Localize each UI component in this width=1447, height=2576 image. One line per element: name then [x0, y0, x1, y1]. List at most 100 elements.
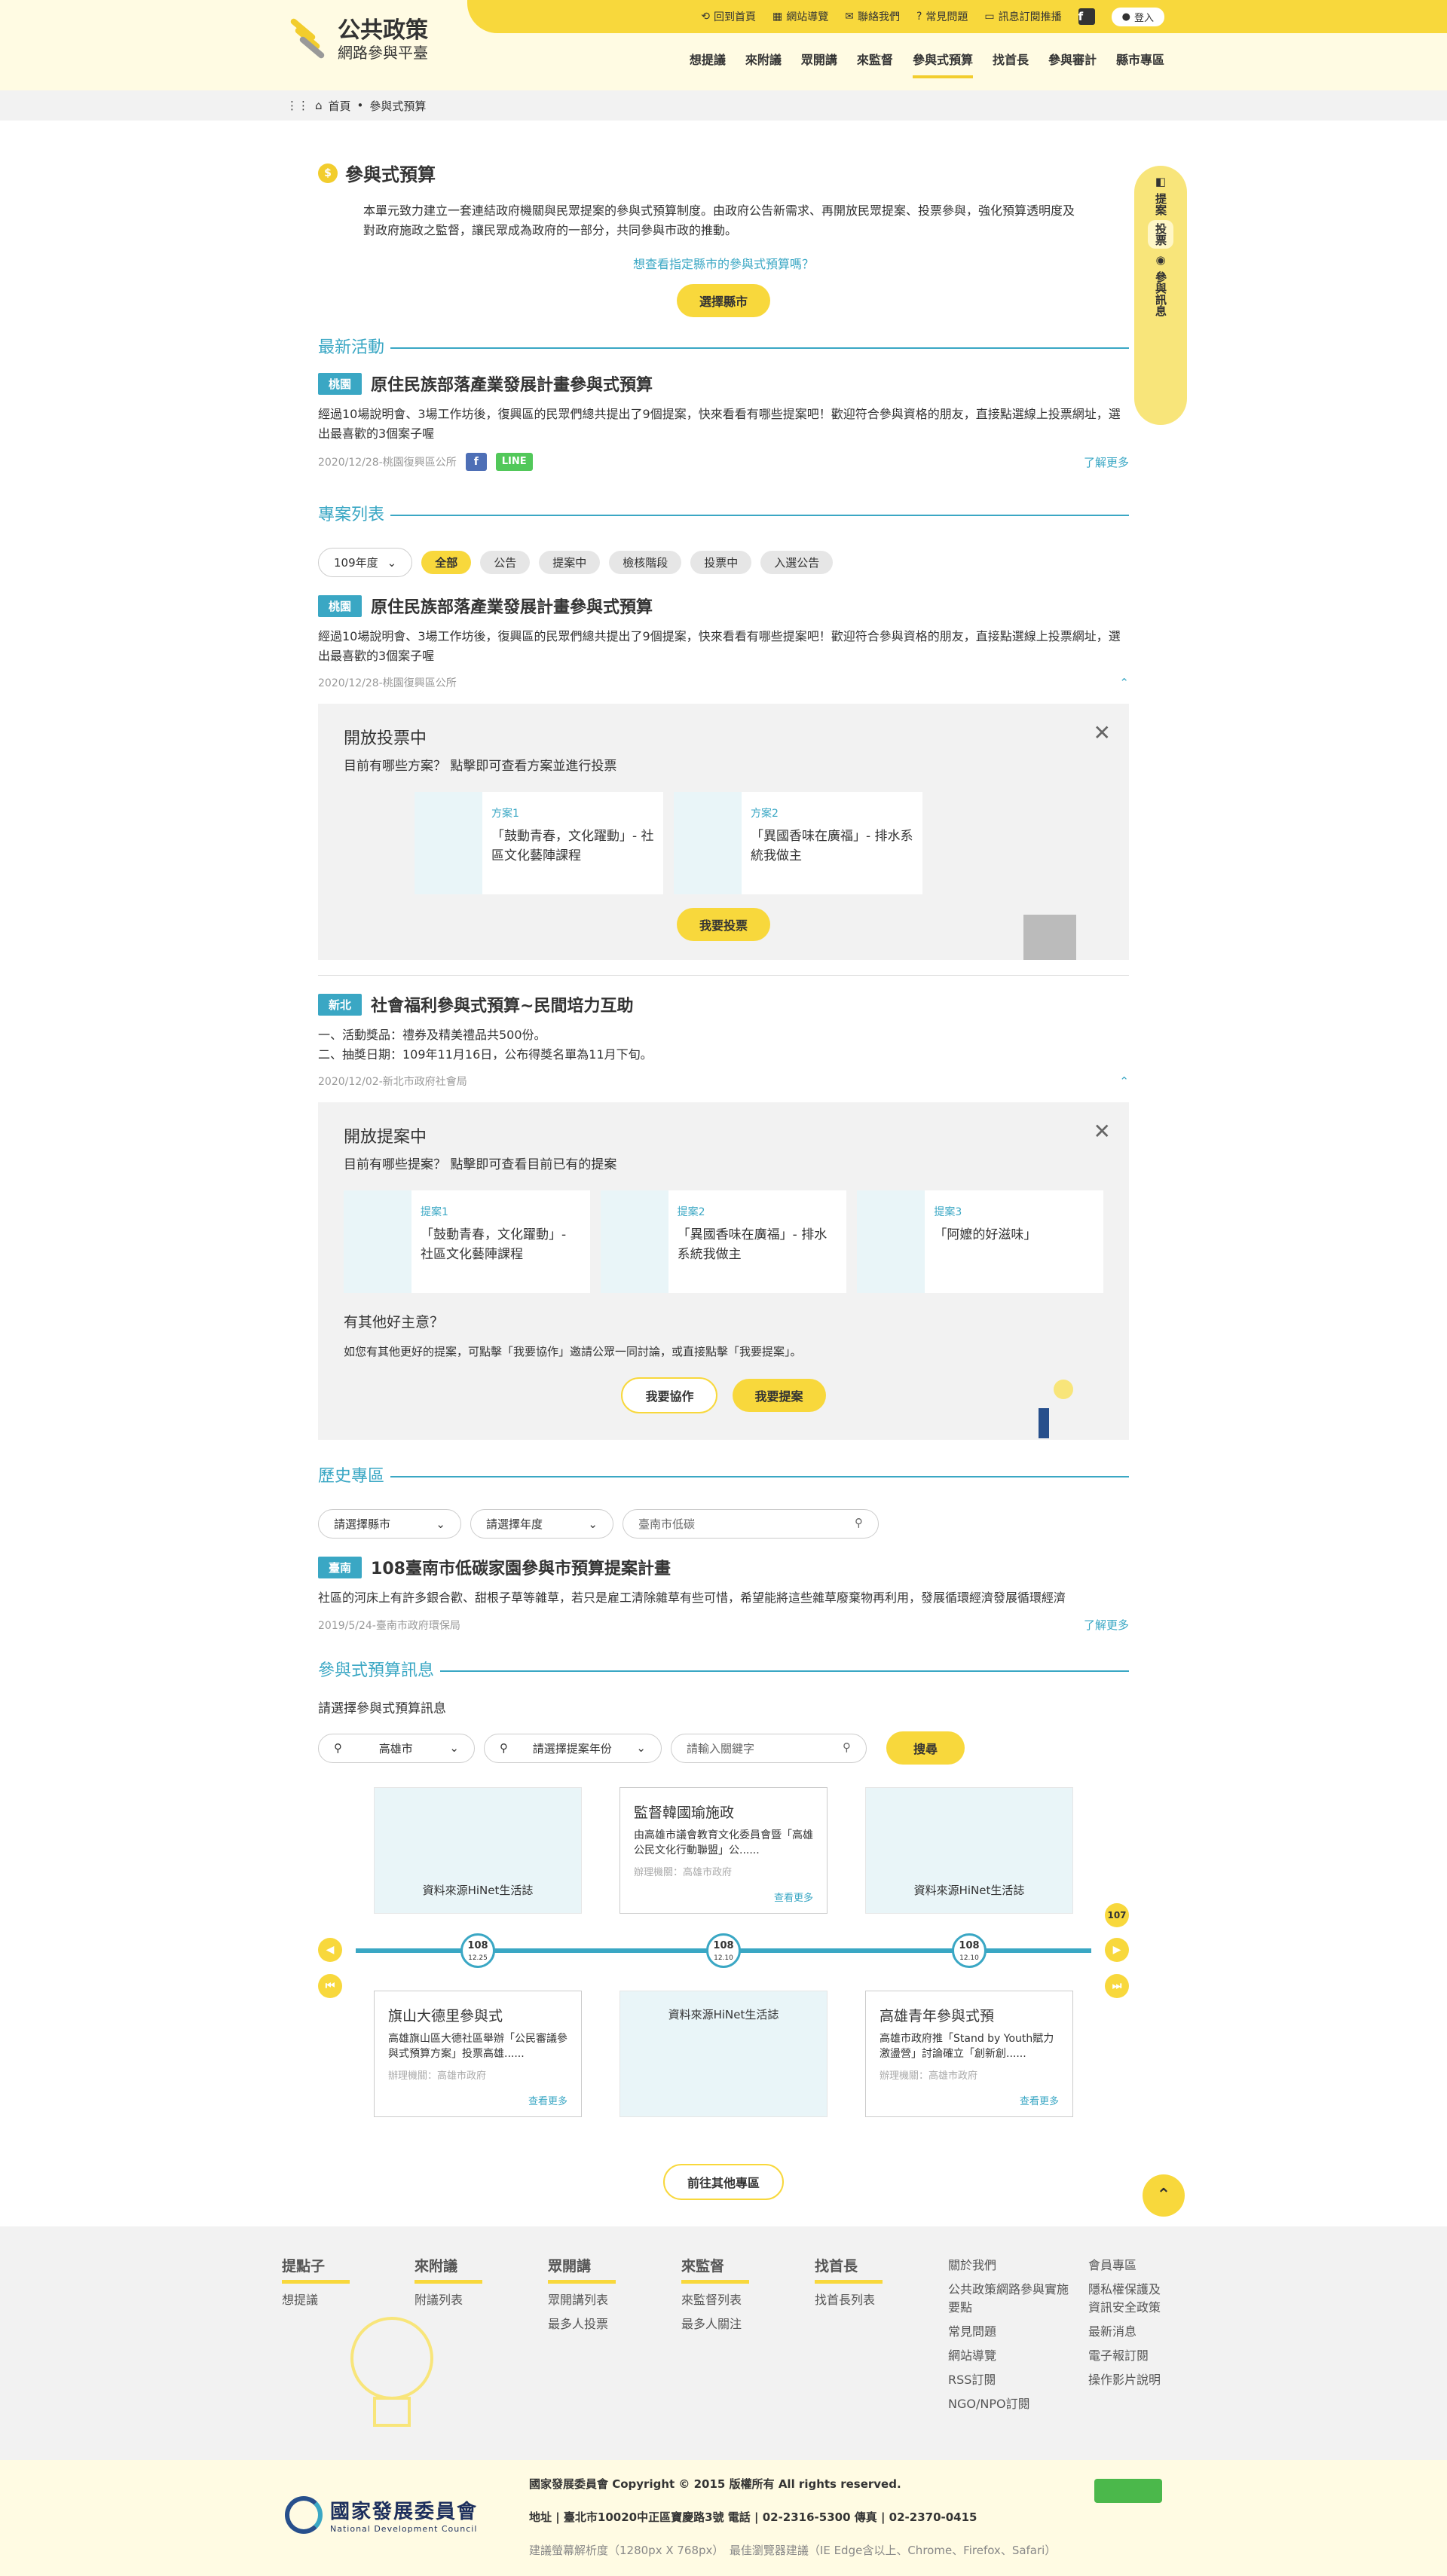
breadcrumb-current: 參與式預算: [369, 99, 427, 113]
nav-item[interactable]: 找首長: [993, 50, 1029, 78]
nav-item[interactable]: 眾開講: [801, 50, 837, 78]
nav-item[interactable]: 來附議: [745, 50, 782, 78]
timeline-node[interactable]: 108 12.25: [460, 1933, 495, 1968]
search-button[interactable]: 搜尋: [886, 1731, 965, 1765]
footer-link[interactable]: 找首長列表: [815, 2290, 883, 2308]
timeline-card[interactable]: 高雄青年參與式預 高雄市政府推「Stand by Youth賦力激盪營」討論確立…: [865, 1991, 1073, 2117]
footer-link[interactable]: 會員專區: [1088, 2255, 1171, 2273]
footer-link[interactable]: 最多人關注: [681, 2314, 749, 2332]
footer-link[interactable]: 公共政策網路參與實施要點: [948, 2279, 1076, 2315]
footer-link[interactable]: 網站導覽: [948, 2345, 1076, 2364]
guide-link[interactable]: ▦ 網站導覽: [772, 9, 828, 24]
filter-pill[interactable]: 投票中: [690, 551, 752, 574]
contact-link[interactable]: ✉ 聯絡我們: [845, 9, 900, 24]
chevron-up-icon[interactable]: ⌃: [1119, 676, 1129, 689]
propose-button[interactable]: 我要提案: [732, 1379, 826, 1412]
nav-item[interactable]: 想提議: [690, 50, 726, 78]
year-badge[interactable]: 107: [1105, 1903, 1129, 1927]
accessibility-badge-icon[interactable]: [1094, 2479, 1162, 2503]
side-link-info[interactable]: 參與訊息: [1152, 271, 1169, 316]
timeline-node[interactable]: 108 12.10: [706, 1933, 741, 1968]
facebook-share-icon[interactable]: f: [465, 453, 487, 471]
proposal-card[interactable]: 提案2 「異國香味在廣福」- 排水系統我做主: [600, 1190, 847, 1293]
learn-more-link[interactable]: 了解更多: [1084, 1617, 1129, 1633]
first-arrow-icon[interactable]: ⏮: [318, 1974, 342, 1998]
nav-item[interactable]: 來監督: [857, 50, 893, 78]
subscribe-link[interactable]: ▭ 訊息訂閱推播: [984, 9, 1061, 24]
side-link-vote[interactable]: 投票: [1148, 220, 1173, 249]
login-button[interactable]: ● 登入: [1111, 7, 1164, 26]
ndc-logo[interactable]: 國家發展委員會 National Development Council: [285, 2496, 478, 2534]
faq-link[interactable]: ? 常見問題: [916, 9, 968, 24]
latest-item-title[interactable]: 原住民族部落產業發展計畫參與式預算: [371, 371, 653, 396]
timeline-card[interactable]: 資料來源HiNet生活誌: [619, 1991, 828, 2117]
vote-button[interactable]: 我要投票: [676, 908, 770, 941]
search-icon[interactable]: ⚲: [843, 1740, 851, 1756]
footer-link[interactable]: 來監督列表: [681, 2290, 749, 2308]
keyword-input[interactable]: 請輸入關鍵字 ⚲: [671, 1733, 867, 1763]
view-more-link[interactable]: 查看更多: [528, 2093, 567, 2107]
history-city-select[interactable]: 請選擇縣市 ⌄: [318, 1509, 461, 1539]
footer-link[interactable]: 眾開講列表: [548, 2290, 616, 2308]
proposal-card[interactable]: 提案3 「阿嬤的好滋味」: [857, 1190, 1104, 1293]
project-desc: 經過10場說明會、3場工作坊後，復興區的民眾們總共提出了9個提案，快來看看有哪些…: [318, 629, 1121, 663]
footer-link[interactable]: 關於我們: [948, 2255, 1076, 2273]
filter-pill[interactable]: 入選公告: [760, 551, 834, 574]
filter-pill[interactable]: 公告: [480, 551, 531, 574]
view-more-link[interactable]: 查看更多: [774, 1890, 813, 1904]
project-title[interactable]: 社會福利參與式預算~民間培力互助: [371, 992, 633, 1016]
footer-link[interactable]: NGO/NPO訂閱: [948, 2394, 1076, 2412]
footer-link[interactable]: 最多人投票: [548, 2314, 616, 2332]
search-icon[interactable]: ⚲: [855, 1516, 863, 1532]
timeline-card[interactable]: 資料來源HiNet生活誌: [865, 1787, 1073, 1914]
nav-item[interactable]: 參與審計: [1048, 50, 1097, 78]
other-section-button[interactable]: 前往其他專區: [662, 2164, 784, 2200]
back-to-top-icon[interactable]: ⌃: [1143, 2174, 1185, 2217]
footer-link[interactable]: 附議列表: [415, 2290, 482, 2308]
line-share-icon[interactable]: LINE: [495, 453, 533, 471]
history-item-desc: 社區的河床上有許多銀合歡、甜根子草等雜草，若只是雇工清除雜草有些可惜，希望能將這…: [318, 1591, 1066, 1605]
footer-link[interactable]: 操作影片說明: [1088, 2370, 1171, 2388]
history-year-select[interactable]: 請選擇年度 ⌄: [470, 1509, 613, 1539]
info-city-select[interactable]: ⚲ 高雄市 ⌄: [318, 1733, 475, 1763]
learn-more-link[interactable]: 了解更多: [1084, 454, 1129, 470]
footer-link[interactable]: RSS訂閱: [948, 2370, 1076, 2388]
facebook-icon[interactable]: f: [1078, 8, 1095, 25]
main-nav: 想提議 來附議 眾開講 來監督 參與式預算 找首長 參與審計 縣市專區: [690, 50, 1164, 78]
history-search-input[interactable]: 臺南市低碳 ⚲: [623, 1509, 879, 1539]
footer-link[interactable]: 電子報訂閱: [1088, 2345, 1171, 2364]
timeline-card[interactable]: 旗山大德里參與式 高雄旗山區大德社區舉辦「公民審議參與式預算方案」投票高雄...…: [374, 1991, 582, 2117]
footer-link[interactable]: 常見問題: [948, 2321, 1076, 2339]
next-arrow-icon[interactable]: ▶: [1105, 1938, 1129, 1962]
collaborate-button[interactable]: 我要協作: [621, 1377, 718, 1413]
project-title[interactable]: 原住民族部落產業發展計畫參與式預算: [371, 594, 653, 618]
breadcrumb-home[interactable]: 首頁: [329, 98, 351, 114]
year-select[interactable]: 109年度 ⌄: [318, 548, 413, 577]
chevron-up-icon[interactable]: ⌃: [1119, 1074, 1129, 1088]
timeline-card[interactable]: 資料來源HiNet生活誌: [374, 1787, 582, 1914]
option-card[interactable]: 方案1 「鼓動青春，文化躍動」- 社區文化藝陣課程: [415, 792, 663, 894]
filter-pill[interactable]: 檢核階段: [609, 551, 682, 574]
close-icon[interactable]: ✕: [1094, 720, 1111, 745]
timeline-card[interactable]: 監督韓國瑜施政 由高雄市議會教育文化委員會暨「高雄公民文化行動聯盟」公.....…: [619, 1787, 828, 1914]
footer-link[interactable]: 想提議: [282, 2290, 350, 2308]
close-icon[interactable]: ✕: [1094, 1119, 1111, 1144]
nav-item-active[interactable]: 參與式預算: [912, 50, 973, 78]
view-more-link[interactable]: 查看更多: [1020, 2093, 1059, 2107]
home-link[interactable]: ⟲ 回到首頁: [701, 9, 756, 24]
last-arrow-icon[interactable]: ⏭: [1105, 1974, 1129, 1998]
prev-arrow-icon[interactable]: ◀: [318, 1938, 342, 1962]
site-logo[interactable]: 公共政策 網路參與平臺: [285, 17, 428, 62]
nav-item[interactable]: 縣市專區: [1116, 50, 1164, 78]
history-item-title[interactable]: 108臺南市低碳家園參與市預算提案計畫: [371, 1555, 671, 1579]
filter-pill[interactable]: 全部: [421, 551, 472, 574]
proposal-card[interactable]: 提案1 「鼓動青春，文化躍動」- 社區文化藝陣課程: [344, 1190, 590, 1293]
select-city-button[interactable]: 選擇縣市: [676, 284, 770, 317]
side-link-proposal[interactable]: 提案: [1152, 193, 1169, 215]
filter-pill[interactable]: 提案中: [539, 551, 601, 574]
footer-link[interactable]: 隱私權保護及資訊安全政策: [1088, 2279, 1171, 2315]
info-year-select[interactable]: ⚲ 請選擇提案年份 ⌄: [484, 1733, 662, 1763]
footer-link[interactable]: 最新消息: [1088, 2321, 1171, 2339]
option-card[interactable]: 方案2 「異國香味在廣福」- 排水系統我做主: [674, 792, 922, 894]
timeline-node[interactable]: 108 12.10: [952, 1933, 987, 1968]
